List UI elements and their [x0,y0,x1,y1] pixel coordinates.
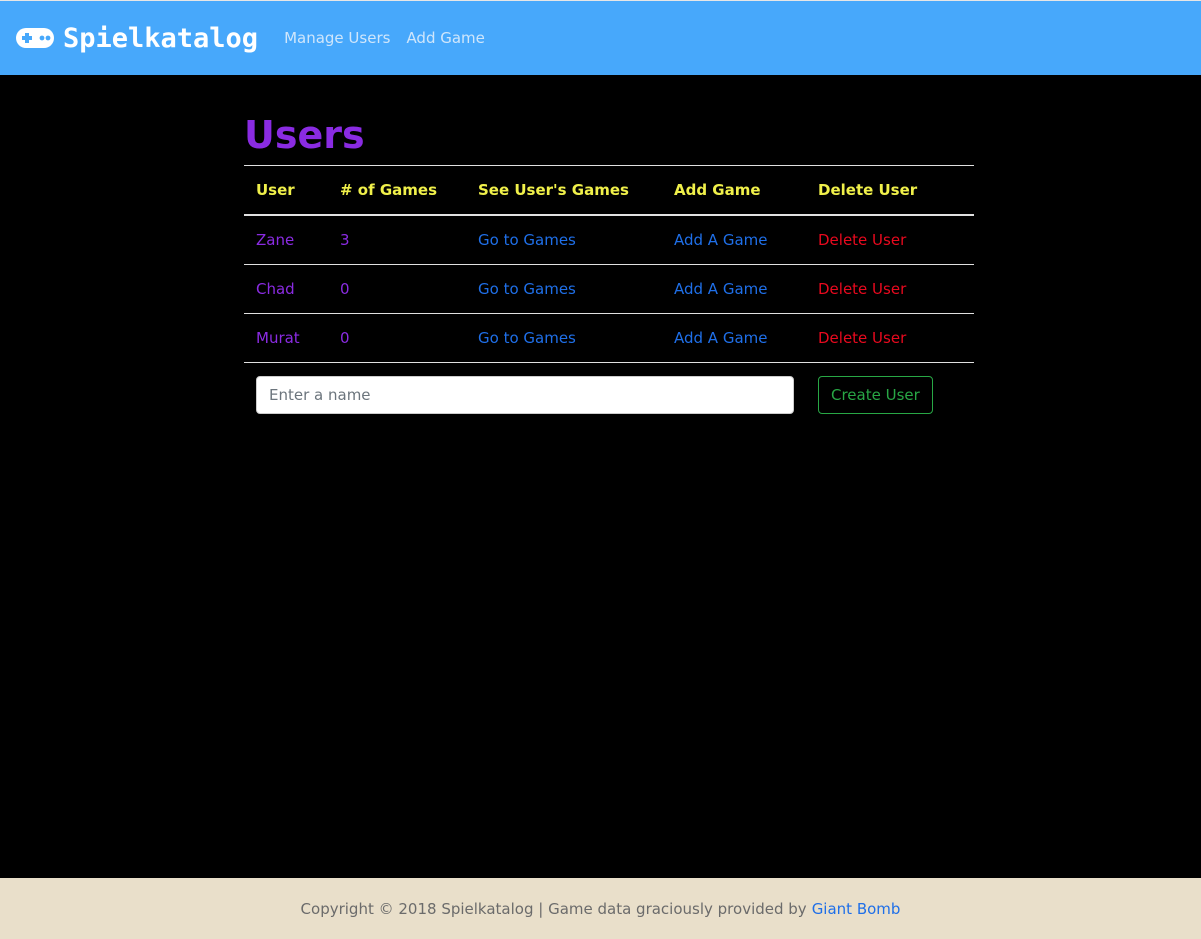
create-user-button[interactable]: Create User [818,376,933,414]
header-delete-user: Delete User [806,165,974,216]
user-name[interactable]: Murat [244,313,328,363]
create-button-cell: Create User [806,363,974,428]
table-row: Chad 0 Go to Games Add A Game Delete Use… [244,264,974,314]
delete-user-link[interactable]: Delete User [806,313,974,363]
header-game-count: # of Games [328,165,466,216]
nav-manage-users[interactable]: Manage Users [284,29,390,47]
add-a-game-link[interactable]: Add A Game [662,264,806,314]
brand[interactable]: Spielkatalog [15,23,258,54]
go-to-games-link[interactable]: Go to Games [466,215,662,265]
nav-add-game[interactable]: Add Game [406,29,484,47]
footer-text: Copyright © 2018 Spielkatalog | Game dat… [300,899,807,918]
navbar: Spielkatalog Manage Users Add Game [0,0,1201,75]
gamepad-icon [16,28,54,48]
game-count: 3 [328,215,466,265]
go-to-games-link[interactable]: Go to Games [466,264,662,314]
add-a-game-link[interactable]: Add A Game [662,313,806,363]
game-count: 0 [328,264,466,314]
table-row: Murat 0 Go to Games Add A Game Delete Us… [244,313,974,363]
header-user: User [244,165,328,216]
add-a-game-link[interactable]: Add A Game [662,215,806,265]
giant-bomb-link[interactable]: Giant Bomb [812,900,901,918]
table-header-row: User # of Games See User's Games Add Gam… [244,165,974,216]
table-row: Zane 3 Go to Games Add A Game Delete Use… [244,215,974,265]
delete-user-link[interactable]: Delete User [806,264,974,314]
user-name[interactable]: Chad [244,264,328,314]
go-to-games-link[interactable]: Go to Games [466,313,662,363]
create-user-row: Create User [244,363,974,428]
name-input[interactable] [256,376,794,414]
header-see-games: See User's Games [466,165,662,216]
name-input-cell [244,363,806,428]
page-title: Users [244,113,365,157]
delete-user-link[interactable]: Delete User [806,215,974,265]
header-add-game: Add Game [662,165,806,216]
game-count: 0 [328,313,466,363]
brand-name: Spielkatalog [63,22,259,54]
users-table: User # of Games See User's Games Add Gam… [244,165,974,427]
main-content: Users User # of Games See User's Games A… [244,110,974,427]
user-name[interactable]: Zane [244,215,328,265]
footer: Copyright © 2018 Spielkatalog | Game dat… [0,878,1201,939]
